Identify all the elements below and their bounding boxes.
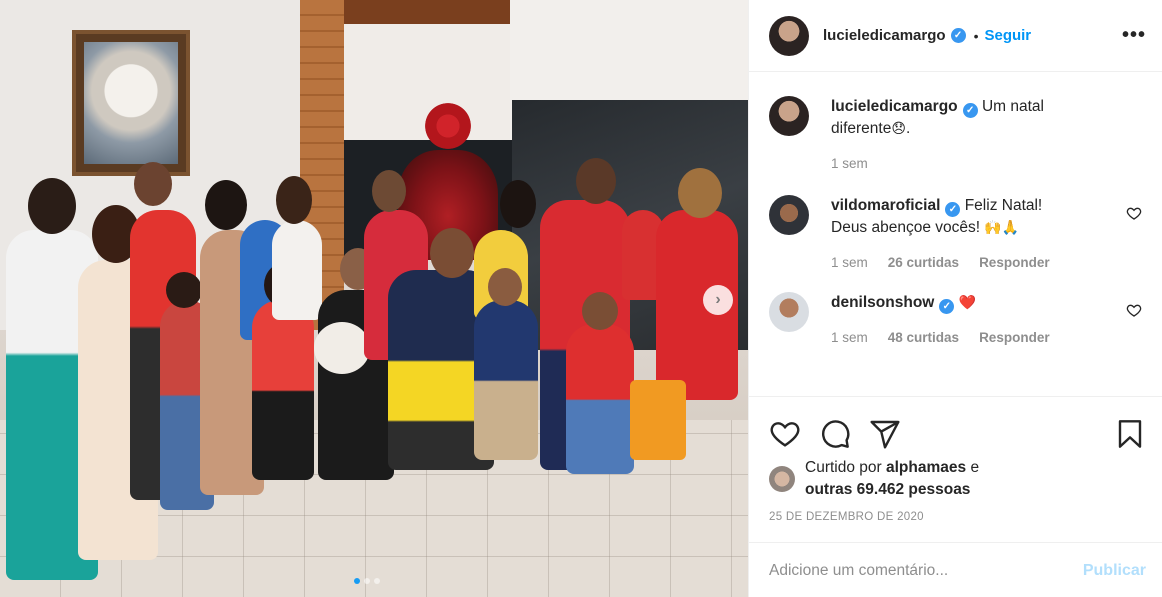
photo-portrait-frame [72, 30, 190, 176]
commenter-username[interactable]: vildomaroficial [831, 197, 940, 214]
comment-like-heart-icon[interactable] [1126, 302, 1142, 318]
comment-time[interactable]: 1 sem [831, 327, 868, 349]
separator-dot: • [973, 27, 979, 44]
carousel-dots [354, 578, 380, 584]
commenter-avatar[interactable] [769, 292, 809, 332]
comment-icon[interactable] [819, 418, 851, 450]
photo-red-bow [418, 103, 478, 149]
comment-emoji: 🙌🙏 [984, 220, 1020, 236]
reply-button[interactable]: Responder [979, 327, 1050, 349]
comment-likes-count[interactable]: 26 curtidas [888, 252, 959, 274]
post-photo[interactable]: › [0, 0, 748, 597]
reply-button[interactable]: Responder [979, 252, 1050, 274]
carousel-dot [374, 578, 380, 584]
caption: lucieledicamargo ✓ Um natal diferente😞. 1… [769, 96, 1146, 175]
likes-prefix: Curtido por [805, 459, 882, 476]
commenter-avatar[interactable] [769, 195, 809, 235]
comment-time[interactable]: 1 sem [831, 252, 868, 274]
comment-like-heart-icon[interactable] [1126, 205, 1142, 221]
comment-likes-count[interactable]: 48 curtidas [888, 327, 959, 349]
photo-ceiling [344, 0, 510, 24]
publish-button[interactable]: Publicar [1083, 562, 1146, 580]
likes-middle: e [970, 459, 980, 476]
follow-button[interactable]: Seguir [984, 27, 1031, 44]
verified-badge-icon: ✓ [962, 103, 978, 118]
paper-plane-icon[interactable] [869, 418, 901, 450]
likes-summary: Curtido por alphamaes e outras 69.462 pe… [749, 457, 1162, 501]
comment-item: denilsonshow ✓ ❤️ 1 sem 48 curtidas Respo… [769, 292, 1146, 349]
post-header: lucieledicamargo ✓ • Seguir ••• [749, 0, 1162, 72]
caption-period: . [905, 120, 911, 137]
liker-avatar[interactable] [769, 466, 795, 492]
caption-author-username[interactable]: lucieledicamargo [831, 98, 958, 115]
red-heart-emoji: ❤️ [958, 295, 977, 311]
comment-input[interactable] [769, 561, 1083, 580]
carousel-dot [354, 578, 360, 584]
pensive-face-emoji: 😞 [891, 121, 906, 137]
carousel-dot [364, 578, 370, 584]
comments-list: lucieledicamargo ✓ Um natal diferente😞. 1… [769, 96, 1146, 369]
comment-item: vildomaroficial ✓ Feliz Natal! Deus abenç… [769, 195, 1146, 274]
caption-author-avatar[interactable] [769, 96, 809, 136]
likes-count-link[interactable]: outras 69.462 pessoas [805, 481, 970, 498]
liker-username[interactable]: alphamaes [886, 459, 966, 476]
commenter-username[interactable]: denilsonshow [831, 294, 934, 311]
action-icons [749, 397, 1162, 457]
add-comment-bar: Publicar [749, 542, 1162, 597]
bookmark-icon[interactable] [1114, 418, 1146, 450]
verified-badge-icon: ✓ [950, 28, 966, 43]
verified-badge-icon: ✓ [939, 299, 955, 314]
carousel-next-button[interactable]: › [703, 285, 733, 315]
post-actions: Curtido por alphamaes e outras 69.462 pe… [749, 396, 1162, 596]
heart-icon[interactable] [769, 418, 801, 450]
author-avatar[interactable] [769, 15, 809, 56]
verified-badge-icon: ✓ [945, 202, 961, 217]
more-options-icon[interactable]: ••• [1122, 24, 1146, 47]
post-date[interactable]: 25 DE DEZEMBRO DE 2020 [749, 511, 1162, 523]
caption-time[interactable]: 1 sem [831, 153, 868, 175]
author-username[interactable]: lucieledicamargo [823, 27, 946, 44]
post-side-panel: lucieledicamargo ✓ • Seguir ••• lucieled… [748, 0, 1162, 597]
